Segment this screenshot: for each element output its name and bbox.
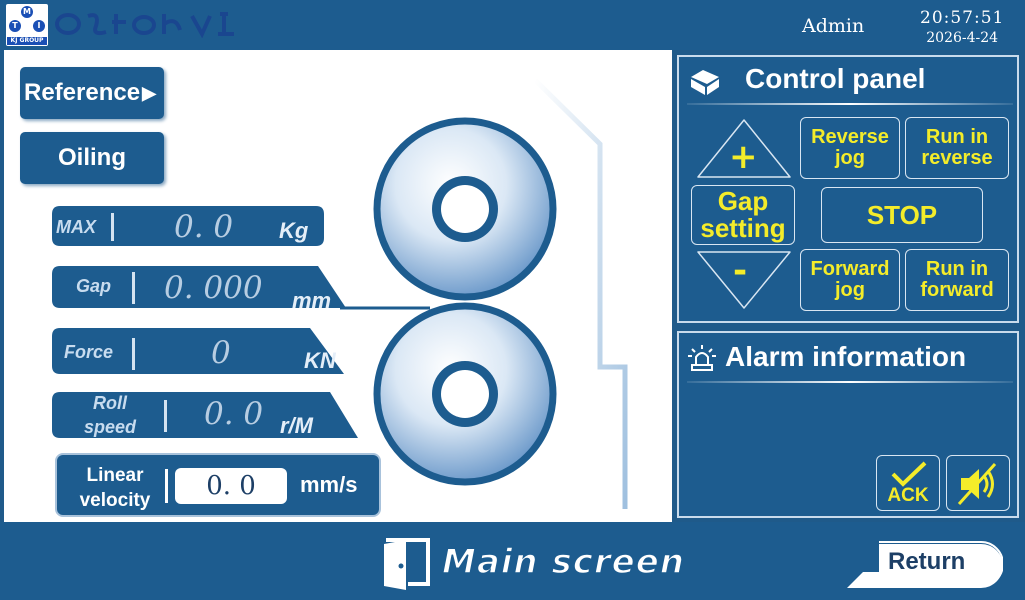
roll-speed-label-line1: Roll [93, 393, 127, 413]
control-panel-title: Control panel [745, 63, 926, 94]
top-bar: M T I KJ GROUP Admin 20:57:51 2026-4-24 [0, 0, 1025, 50]
roll-speed-value: 0. 0 [204, 396, 264, 432]
max-label: MAX [56, 217, 96, 237]
ack-label: ACK [887, 485, 929, 506]
gap-setting-button[interactable]: Gap setting [691, 185, 795, 245]
mute-button[interactable] [946, 455, 1010, 511]
reference-label: Reference [24, 79, 141, 106]
logo-letter-i: I [33, 20, 45, 32]
run-reverse-button[interactable]: Run in reverse [905, 117, 1009, 179]
alarm-panel: Alarm information ACK [677, 331, 1019, 518]
oiling-button[interactable]: Oiling [20, 132, 164, 184]
oiling-label: Oiling [58, 144, 126, 171]
logo-letter-t: T [9, 20, 21, 32]
clock-time: 20:57:51 [920, 8, 1005, 28]
control-panel: Control panel + Gap setting - Reverse jo… [677, 55, 1019, 323]
ack-button[interactable]: ACK [876, 455, 940, 511]
force-value: 0 [211, 335, 231, 371]
run-forward-line1: Run in [925, 258, 989, 280]
logo-letter-m: M [21, 6, 33, 18]
cube-icon [691, 70, 719, 95]
force-separator [132, 338, 135, 370]
current-user: Admin [802, 15, 865, 37]
check-icon [891, 461, 927, 487]
linear-velocity-input[interactable] [175, 468, 287, 504]
gap-value: 0. 000 [164, 270, 263, 306]
reference-button[interactable]: Reference ▶ [20, 67, 164, 119]
bottom-bar: Main screen Return [0, 522, 1025, 600]
max-unit: Kg [279, 218, 309, 243]
main-area: Reference ▶ Oiling MAX 0. 0 Kg Gap 0. 000… [4, 50, 672, 522]
reverse-jog-button[interactable]: Reverse jog [800, 117, 900, 179]
logo-group-text: KJ GROUP [7, 37, 47, 45]
run-forward-line2: forward [920, 279, 994, 301]
forward-jog-button[interactable]: Forward jog [800, 249, 900, 311]
force-label: Force [64, 342, 114, 362]
plus-icon: + [729, 137, 758, 177]
run-reverse-line1: Run in [925, 126, 989, 148]
roll-speed-separator [164, 400, 167, 432]
mute-speaker-icon [957, 462, 997, 506]
max-separator [111, 213, 114, 241]
company-name-graphic [55, 12, 234, 38]
linear-velocity-separator [165, 469, 168, 503]
linear-velocity-label: Linear velocity [69, 463, 161, 513]
return-label: Return [888, 548, 966, 575]
clock-date: 2026-4-24 [926, 30, 999, 46]
play-arrow-icon: ▶ [142, 82, 156, 103]
alarm-title: Alarm information [725, 341, 967, 372]
linear-velocity-box: Linear velocity mm/s [55, 453, 381, 517]
roll-speed-label-line2: speed [83, 417, 137, 437]
gap-unit: mm [292, 288, 332, 313]
roll-speed-label: Roll speed [80, 391, 140, 439]
main-screen-door-icon[interactable] [380, 536, 434, 592]
gap-separator [132, 272, 135, 304]
roll-speed-unit: r/M [280, 413, 313, 438]
gap-setting-line2: setting [700, 213, 786, 243]
max-value: 0. 0 [174, 209, 234, 245]
forward-jog-line2: jog [835, 279, 865, 301]
reverse-jog-line2: jog [835, 147, 865, 169]
alarm-divider [687, 381, 1013, 383]
main-screen-title: Main screen [441, 541, 685, 583]
clock: 20:57:51 2026-4-24 [920, 8, 1004, 46]
alarm-light-icon [688, 345, 716, 371]
linear-velocity-unit: mm/s [300, 472, 358, 497]
gap-label: Gap [76, 276, 112, 296]
run-reverse-line2: reverse [921, 147, 993, 169]
control-panel-divider [687, 103, 1013, 105]
gap-setting-line1: Gap [717, 186, 769, 216]
forward-jog-line1: Forward [810, 258, 890, 280]
force-unit: KN [304, 348, 336, 373]
linear-velocity-label-line1: Linear [86, 465, 144, 486]
company-logo: M T I KJ GROUP [6, 4, 48, 46]
stop-button[interactable]: STOP [821, 187, 983, 243]
linear-velocity-label-line2: velocity [79, 490, 151, 511]
minus-icon: - [733, 251, 748, 291]
run-forward-button[interactable]: Run in forward [905, 249, 1009, 311]
reverse-jog-line1: Reverse [811, 126, 889, 148]
